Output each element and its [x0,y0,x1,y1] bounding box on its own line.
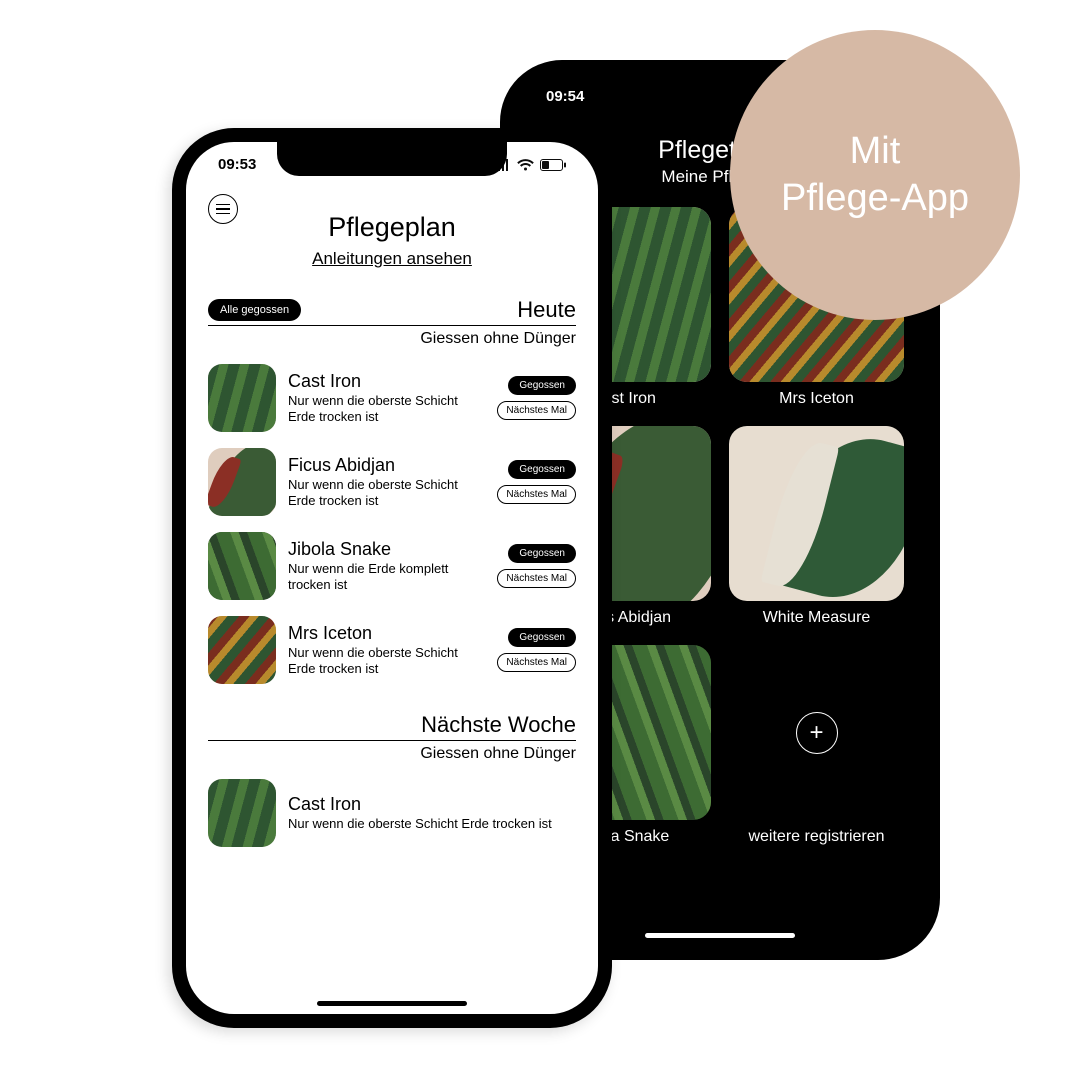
home-indicator [645,933,795,938]
page-title: Pflegeplan [208,212,576,243]
section-sub: Giessen ohne Dünger [208,330,576,348]
badge-line2: Pflege-App [781,177,969,219]
plant-note: Nur wenn die Erde komplett trocken ist [288,561,485,594]
add-plant-label: weitere registrieren [748,828,884,846]
signal-icon [493,159,511,171]
plant-info: Cast IronNur wenn die oberste Schicht Er… [288,371,485,426]
view-guides-link[interactable]: Anleitungen ansehen [208,249,576,269]
plant-actions: Gegossen Nächstes Mal [497,376,576,420]
next-time-button[interactable]: Nächstes Mal [497,485,576,504]
plant-row[interactable]: Jibola SnakeNur wenn die Erde komplett t… [208,532,576,600]
status-icons [493,159,566,171]
iceton-thumb[interactable] [208,616,276,684]
next-time-button[interactable]: Nächstes Mal [497,569,576,588]
plant-actions: Gegossen Nächstes Mal [497,628,576,672]
plant-info: Ficus AbidjanNur wenn die oberste Schich… [288,455,485,510]
battery-icon [540,159,566,171]
plant-info: Mrs IcetonNur wenn die oberste Schicht E… [288,623,485,678]
ficus-thumb[interactable] [208,448,276,516]
all-watered-pill[interactable]: Alle gegossen [208,299,301,321]
plant-name: Ficus Abidjan [288,455,485,476]
phone-front: 09:53 Pflegeplan Anleitungen ansehen All… [172,128,612,1028]
plant-actions: Gegossen Nächstes Mal [497,544,576,588]
section-head: Nächste Woche [208,712,576,741]
tile-label: Mrs Iceton [779,390,854,408]
plant-name: Jibola Snake [288,539,485,560]
plant-row[interactable]: Cast IronNur wenn die oberste Schicht Er… [208,779,576,847]
watered-button[interactable]: Gegossen [508,544,576,563]
add-plant-box: + [729,645,904,820]
plant-note: Nur wenn die oberste Schicht Erde trocke… [288,645,485,678]
watered-button[interactable]: Gegossen [508,376,576,395]
plant-name: Mrs Iceton [288,623,485,644]
next-time-button[interactable]: Nächstes Mal [497,401,576,420]
castiron-thumb[interactable] [208,779,276,847]
status-time: 09:53 [218,156,256,173]
wifi-icon [517,159,534,171]
section-head: Alle gegossen Heute [208,297,576,326]
next-time-button[interactable]: Nächstes Mal [497,653,576,672]
plant-row[interactable]: Cast IronNur wenn die oberste Schicht Er… [208,364,576,432]
screen-front: 09:53 Pflegeplan Anleitungen ansehen All… [186,142,598,1014]
castiron-thumb[interactable] [208,364,276,432]
plant-info: Cast IronNur wenn die oberste Schicht Er… [288,794,576,832]
plant-row[interactable]: Ficus AbidjanNur wenn die oberste Schich… [208,448,576,516]
plant-note: Nur wenn die oberste Schicht Erde trocke… [288,477,485,510]
section-label: Heute [517,297,576,323]
status-time: 09:54 [546,88,584,105]
snake-thumb[interactable] [208,532,276,600]
watered-button[interactable]: Gegossen [508,628,576,647]
plant-note: Nur wenn die oberste Schicht Erde trocke… [288,816,576,832]
front-content: Pflegeplan Anleitungen ansehen Alle gego… [186,200,598,1014]
plant-name: Cast Iron [288,371,485,392]
section-sub: Giessen ohne Dünger [208,745,576,763]
plant-info: Jibola SnakeNur wenn die Erde komplett t… [288,539,485,594]
watered-button[interactable]: Gegossen [508,460,576,479]
plant-tile[interactable]: White Measure [729,426,904,627]
plant-actions: Gegossen Nächstes Mal [497,460,576,504]
status-bar: 09:53 [186,156,598,173]
add-plant-tile[interactable]: + weitere registrieren [729,645,904,846]
section-label: Nächste Woche [421,712,576,738]
promo-badge: Mit Pflege-App [730,30,1020,320]
plus-icon: + [796,712,838,754]
plant-note: Nur wenn die oberste Schicht Erde trocke… [288,393,485,426]
plant-name: Cast Iron [288,794,576,815]
badge-line1: Mit [850,130,901,172]
white-tile-image [729,426,904,601]
tile-label: White Measure [763,609,871,627]
plant-row[interactable]: Mrs IcetonNur wenn die oberste Schicht E… [208,616,576,684]
home-indicator [317,1001,467,1006]
